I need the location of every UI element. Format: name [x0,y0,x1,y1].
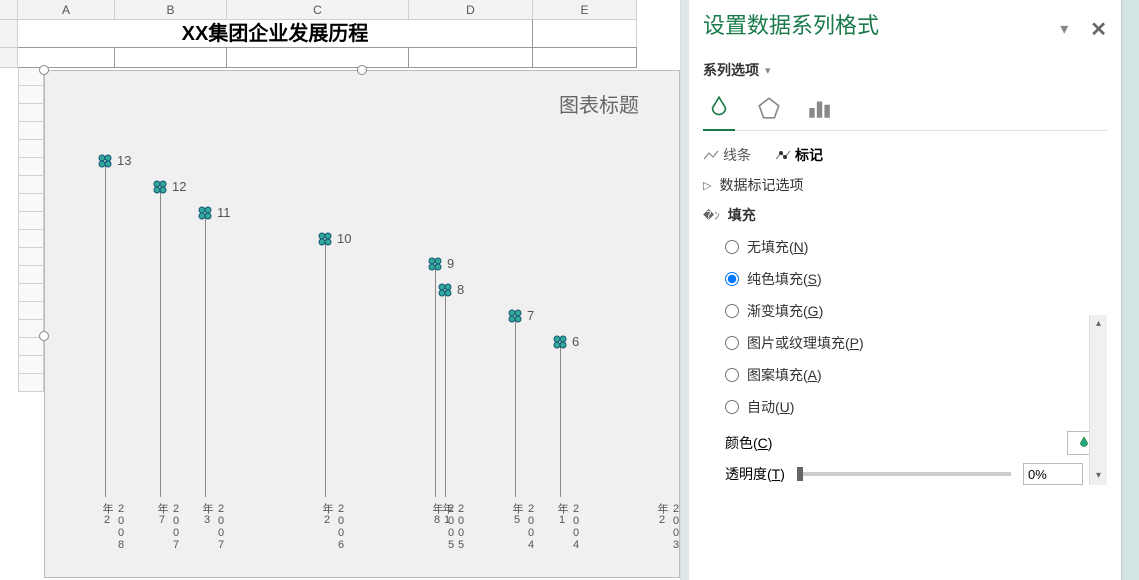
data-label: 7 [527,308,534,323]
radio-picture-fill[interactable]: 图片或纹理填充(P) [725,333,1107,353]
drop-line [325,239,326,497]
pane-close-button[interactable]: ✕ [1090,17,1107,42]
transparency-input[interactable] [1023,463,1083,485]
data-marker[interactable] [153,180,167,194]
drop-line [205,213,206,497]
data-marker[interactable] [98,154,112,168]
chevron-down-icon: ▾ [765,64,771,77]
expand-icon: ▷ [703,179,711,192]
chart-object[interactable]: 图表标题 13 2008年2 12 2007年7 11 2007年3 10 2006年2 9 20… [44,70,680,578]
scroll-up-button[interactable]: ▴ [1090,315,1107,333]
x-axis-label: 2005年1 [439,503,467,557]
x-axis-label: 2007年7 [154,503,182,557]
radio-solid-fill[interactable]: 纯色填充(S) [725,269,1107,289]
data-marker[interactable] [318,232,332,246]
drop-line [515,316,516,497]
tab-series-options[interactable] [803,92,835,124]
x-axis-label: 2004年5 [509,503,537,557]
cell-e1[interactable] [533,20,637,47]
data-label: 6 [572,334,579,349]
data-marker[interactable] [198,206,212,220]
drop-line [105,161,106,497]
title-row: XX集团企业发展历程 [18,20,637,48]
section-marker-options[interactable]: ▷ 数据标记选项 [703,175,1107,195]
drop-line [435,264,436,497]
fill-radio-group: 无填充(N) 纯色填充(S) 渐变填充(G) 图片或纹理填充(P) 图案填充(A… [725,237,1107,417]
row-header-1[interactable] [0,20,18,48]
resize-handle-ml[interactable] [39,331,49,341]
tab-effects[interactable] [753,92,785,124]
color-label: 颜色(C) [725,433,772,453]
x-axis-label: 2008年2 [99,503,127,557]
x-axis-label: 2003年2 [654,503,682,557]
radio-pattern-fill[interactable]: 图案填充(A) [725,365,1107,385]
x-axis-label: 2007年3 [199,503,227,557]
resize-handle-tl[interactable] [39,65,49,75]
header-row-2[interactable] [18,48,637,68]
radio-auto-fill[interactable]: 自动(U) [725,397,1107,417]
format-pane: 设置数据系列格式 ▾ ✕ 系列选项 ▾ 线条 标记 ▷ 数据标记选项 [689,0,1121,580]
tab-fill-line[interactable] [703,92,735,124]
data-label: 11 [217,205,231,220]
x-axis-label: 2006年2 [319,503,347,557]
column-headers[interactable]: A B C D E [18,0,637,20]
app-edge [1121,0,1139,580]
row-header-2[interactable] [0,48,18,68]
transparency-slider[interactable] [797,472,1011,476]
data-marker[interactable] [438,283,452,297]
transparency-label: 透明度(T) [725,464,785,484]
data-marker[interactable] [508,309,522,323]
pane-title: 设置数据系列格式 [703,8,879,40]
data-label: 13 [117,153,131,168]
pane-menu-dropdown[interactable]: ▾ [1060,19,1068,39]
plot-area[interactable]: 132008年2122007年7112007年3102006年292005年88… [65,131,659,557]
data-marker[interactable] [428,257,442,271]
data-label: 8 [457,282,464,297]
radio-no-fill[interactable]: 无填充(N) [725,237,1107,257]
select-all-cell[interactable] [0,0,18,20]
collapse-icon: �ﾝ [703,207,720,223]
chart-title[interactable]: 图表标题 [559,89,639,118]
row-headers[interactable] [18,68,44,392]
col-header-a[interactable]: A [18,0,115,19]
worksheet-area: A B C D E XX集团企业发展历程 图表标题 13 2008年2 12 2007… [0,0,681,580]
x-axis-label: 2004年1 [554,503,582,557]
pane-scrollbar[interactable]: ▴ ▾ [1089,315,1107,485]
col-header-e[interactable]: E [533,0,637,19]
data-label: 12 [172,179,186,194]
series-options-label: 系列选项 [703,60,759,80]
drop-line [445,290,446,497]
section-fill[interactable]: �ﾝ 填充 [703,205,1107,225]
series-options-dropdown[interactable]: 系列选项 ▾ [703,60,1107,80]
subtab-marker[interactable]: 标记 [775,145,823,165]
col-header-d[interactable]: D [409,0,533,19]
radio-gradient-fill[interactable]: 渐变填充(G) [725,301,1107,321]
sheet-title-cell[interactable]: XX集团企业发展历程 [18,20,533,47]
col-header-b[interactable]: B [115,0,227,19]
drop-line [560,342,561,497]
resize-handle-tm[interactable] [357,65,367,75]
category-tabs [703,92,1107,131]
data-label: 9 [447,256,454,271]
subtab-line[interactable]: 线条 [703,145,751,165]
scroll-down-button[interactable]: ▾ [1090,467,1107,485]
data-label: 10 [337,231,351,246]
data-marker[interactable] [553,335,567,349]
col-header-c[interactable]: C [227,0,409,19]
pane-divider[interactable] [681,0,689,580]
drop-line [160,187,161,497]
line-marker-tabs: 线条 标记 [703,145,1107,165]
